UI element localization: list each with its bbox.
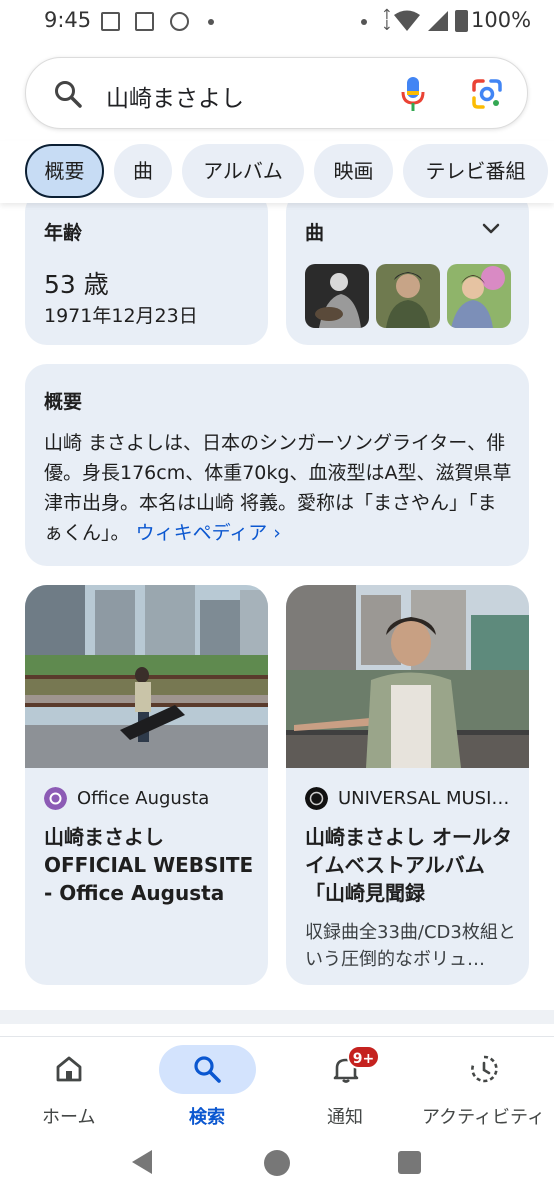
- nav-search-label: 検索: [189, 1107, 225, 1128]
- nav-notifications[interactable]: 通知: [276, 1037, 414, 1137]
- bottom-navigation: ホーム 検索 通知 アクティビティ: [0, 1036, 554, 1136]
- chip-movies[interactable]: 映画: [314, 144, 393, 198]
- chip-albums[interactable]: アルバム: [182, 144, 304, 198]
- battery-icon: [455, 10, 468, 32]
- summary-text: 山崎 まさよしは、日本のシンガーソングライター、俳優。身長176cm、体重70k…: [44, 428, 514, 548]
- result-image: [286, 585, 529, 768]
- universal-music-logo: [305, 787, 328, 810]
- system-navigation: [0, 1136, 554, 1200]
- age-value: 53 歳: [44, 270, 109, 299]
- nav-search[interactable]: 検索: [138, 1037, 276, 1137]
- wikipedia-link[interactable]: ウィキペディア ›: [136, 522, 281, 544]
- status-time: 9:45: [44, 8, 92, 32]
- age-label: 年齢: [44, 222, 83, 244]
- battery-percent: 100%: [471, 8, 532, 32]
- more-notifications-dot: [208, 19, 214, 25]
- result-title[interactable]: 山崎まさよし OFFICIAL WEBSITE - Office Augusta: [44, 823, 256, 907]
- songs-card[interactable]: 曲: [286, 190, 529, 345]
- summary-label: 概要: [44, 391, 83, 413]
- result-image: [25, 585, 268, 768]
- chip-overview[interactable]: 概要: [25, 144, 104, 198]
- activity-history-icon: [471, 1055, 498, 1083]
- chrome-icon: [170, 12, 189, 31]
- songs-label: 曲: [305, 222, 325, 244]
- status-dot: [361, 19, 367, 25]
- nav-activity[interactable]: アクティビティ: [414, 1037, 554, 1137]
- chevron-down-icon[interactable]: [482, 220, 500, 238]
- birth-date: 1971年12月23日: [44, 305, 198, 327]
- filter-chips: 概要 曲 アルバム 映画 テレビ番組: [0, 141, 554, 203]
- search-icon: [194, 1056, 221, 1083]
- nav-notifications-label: 通知: [327, 1107, 363, 1128]
- notification-app-icon: [101, 12, 120, 31]
- data-arrows-icon: ↑ ↓: [381, 7, 393, 34]
- section-divider: [0, 1010, 554, 1024]
- home-icon: [56, 1056, 82, 1082]
- summary-card: 概要 山崎 まさよしは、日本のシンガーソングライター、俳優。身長176cm、体重…: [25, 364, 529, 566]
- status-bar: 9:45 ↑ ↓ 100%: [0, 0, 554, 44]
- notification-badge: 9+: [347, 1045, 380, 1069]
- result-source: Office Augusta: [77, 788, 210, 809]
- wifi-icon: [394, 10, 420, 31]
- song-thumbnail[interactable]: [376, 264, 440, 328]
- age-card[interactable]: 年齢 53 歳 1971年12月23日: [25, 190, 268, 345]
- chip-tv-shows[interactable]: テレビ番組: [403, 144, 548, 198]
- google-lens-icon[interactable]: [471, 78, 503, 110]
- back-icon[interactable]: [132, 1150, 152, 1174]
- office-augusta-logo: [44, 787, 67, 810]
- search-icon: [55, 81, 82, 108]
- result-source: UNIVERSAL MUSI…: [338, 788, 510, 809]
- result-description: 収録曲全33曲/CD3枚組という圧倒的なボリュ…: [305, 922, 516, 970]
- result-card[interactable]: UNIVERSAL MUSI… 山崎まさよし オールタイムベストアルバム「山崎見…: [286, 585, 529, 985]
- search-bar[interactable]: 山崎まさよし: [25, 57, 528, 129]
- result-title[interactable]: 山崎まさよし オールタイムベストアルバム「山崎見聞録: [305, 823, 517, 907]
- nav-activity-label: アクティビティ: [422, 1107, 545, 1128]
- microphone-icon[interactable]: [400, 76, 426, 112]
- recent-apps-icon[interactable]: [398, 1151, 421, 1174]
- result-card[interactable]: Office Augusta 山崎まさよし OFFICIAL WEBSITE -…: [25, 585, 268, 985]
- song-thumbnail[interactable]: [447, 264, 511, 328]
- cellular-signal-icon: [428, 11, 448, 31]
- search-input[interactable]: 山崎まさよし: [106, 79, 244, 113]
- home-button-icon[interactable]: [264, 1150, 290, 1176]
- chip-songs[interactable]: 曲: [114, 144, 172, 198]
- notification-app-icon: [135, 12, 154, 31]
- nav-home[interactable]: ホーム: [0, 1037, 138, 1137]
- nav-home-label: ホーム: [42, 1107, 96, 1128]
- song-thumbnail[interactable]: [305, 264, 369, 328]
